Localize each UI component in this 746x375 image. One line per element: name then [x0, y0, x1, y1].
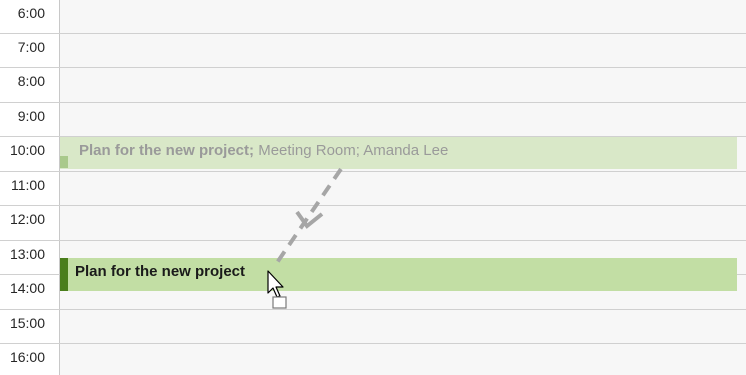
hour-divider: [0, 309, 746, 310]
time-label: 16:00: [9, 349, 45, 365]
time-label: 9:00: [17, 108, 45, 124]
appointment-title: Plan for the new project: [75, 263, 246, 280]
hour-divider: [0, 171, 746, 172]
time-label: 11:00: [11, 177, 45, 193]
appointment-title: Plan for the new project;: [79, 142, 255, 159]
hour-divider: [0, 205, 746, 206]
hour-divider: [0, 67, 746, 68]
appointment-ghost-text: Plan for the new project; Meeting Room; …: [79, 142, 448, 159]
hour-divider: [0, 102, 746, 103]
calendar-grid[interactable]: [60, 0, 746, 375]
appointment-ghost: Plan for the new project; Meeting Room; …: [60, 137, 737, 169]
time-label: 15:00: [9, 315, 45, 331]
appointment-color-bar: [60, 258, 68, 291]
calendar-day-view: 6:00 7:00 8:00 9:00 10:00 11:00 12:00 13…: [0, 0, 746, 375]
time-label: 8:00: [17, 73, 45, 89]
move-cursor-icon: [267, 270, 287, 309]
time-label: 6:00: [17, 5, 45, 21]
time-label: 10:00: [9, 142, 45, 158]
hour-divider: [0, 33, 746, 34]
time-label: 7:00: [17, 39, 45, 55]
time-column: 6:00 7:00 8:00 9:00 10:00 11:00 12:00 13…: [0, 0, 59, 375]
hour-divider: [0, 240, 746, 241]
appointment-details: Meeting Room; Amanda Lee: [254, 142, 449, 159]
time-column-divider: [59, 0, 60, 375]
hour-divider: [0, 343, 746, 344]
appointment-color-bar: [60, 156, 68, 168]
appointment-plan-new-project[interactable]: Plan for the new project: [60, 258, 737, 291]
time-label: 12:00: [9, 211, 45, 227]
time-label: 14:00: [9, 280, 45, 296]
time-label: 13:00: [9, 246, 45, 262]
